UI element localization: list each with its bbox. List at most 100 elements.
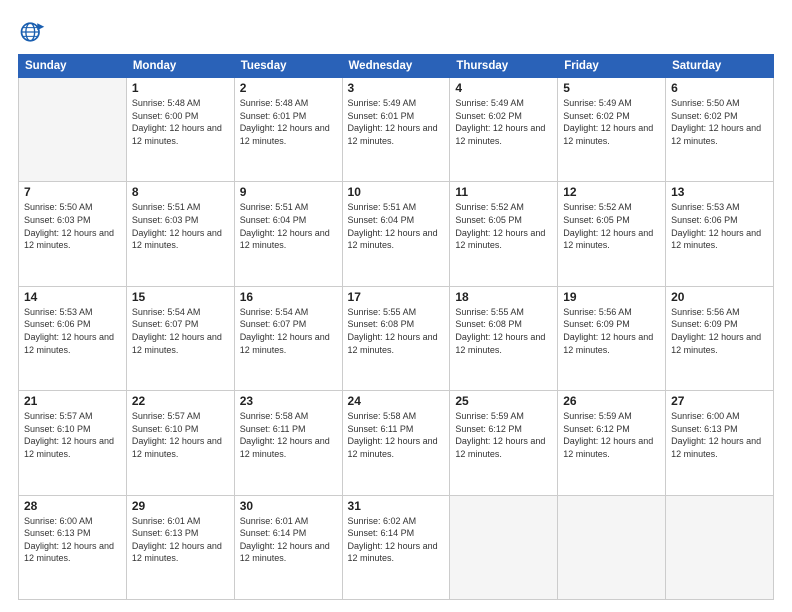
- sunrise-label: Sunrise: 5:59 AM: [455, 411, 524, 421]
- day-info: Sunrise: 5:58 AM Sunset: 6:11 PM Daylight:…: [240, 410, 337, 460]
- day-number: 14: [24, 290, 121, 304]
- sunrise-label: Sunrise: 5:55 AM: [348, 307, 417, 317]
- calendar-cell: 31Sunrise: 6:02 AMSunset: 6:14 PMDayligh…: [342, 495, 450, 599]
- day-number: 13: [671, 185, 768, 199]
- calendar-cell: 28 Sunrise: 6:00 AMSunset: 6:13 PMDayligh…: [19, 495, 127, 599]
- sunset-label: Sunset: 6:05 PM: [455, 215, 522, 225]
- day-number: 23: [240, 394, 337, 408]
- sunrise-label: Sunrise: 5:54 AM: [240, 307, 309, 317]
- day-info: Sunrise: 5:48 AMSunset: 6:01 PMDaylight:…: [240, 97, 337, 147]
- week-row-4: 21Sunrise: 5:57 AMSunset: 6:10 PMDayligh…: [19, 391, 774, 495]
- day-number: 1: [132, 81, 229, 95]
- day-number: 30: [240, 499, 337, 513]
- day-number: 31: [348, 499, 445, 513]
- calendar-cell: 15 Sunrise: 5:54 AMSunset: 6:07 PMDayligh…: [126, 286, 234, 390]
- sunset-label: Sunset: 6:11 PM: [348, 424, 414, 434]
- day-number: 18: [455, 290, 552, 304]
- daylight-label: Daylight: 12 hours and 12 minutes.: [455, 123, 545, 146]
- daylight-label: Daylight: 12 hours and 12 minutes.: [455, 332, 545, 355]
- calendar-cell: 21 Sunrise: 5:57 AMSunset: 6:10 PMDayligh…: [19, 391, 127, 495]
- day-info: Sunrise: 5:49 AMSunset: 6:01 PMDaylight:…: [348, 97, 445, 147]
- daylight-label: Daylight: 12 hours and 12 minutes.: [563, 228, 653, 251]
- daylight-label: Daylight: 12 hours and 12 minutes.: [132, 228, 222, 251]
- day-info: Sunrise: 5:51 AMSunset: 6:03 PMDaylight:…: [132, 201, 229, 251]
- sunrise-label: Sunrise: 5:50 AM: [671, 98, 740, 108]
- daylight-label: Daylight: 12 hours and 12 minutes.: [671, 332, 761, 355]
- day-info: Sunrise: 5:59 AM Sunset: 6:12 PM Daylight:…: [455, 410, 552, 460]
- calendar-cell: 30Sunrise: 6:01 AMSunset: 6:14 PMDayligh…: [234, 495, 342, 599]
- daylight-label: Daylight: 12 hours and 12 minutes.: [24, 332, 114, 355]
- daylight-label: Daylight: 12 hours and 12 minutes.: [348, 332, 438, 355]
- calendar-cell: 13Sunrise: 5:53 AMSunset: 6:06 PMDayligh…: [666, 182, 774, 286]
- sunset-label: Sunset: 6:10 PM: [132, 424, 199, 434]
- day-info: Sunrise: 6:00 AMSunset: 6:13 PMDaylight:…: [24, 515, 121, 565]
- daylight-label: Daylight: 12 hours and 12 minutes.: [563, 436, 653, 459]
- sunset-label: Sunset: 6:11 PM: [240, 424, 306, 434]
- page: SundayMondayTuesdayWednesdayThursdayFrid…: [0, 0, 792, 612]
- calendar-cell: 20Sunrise: 5:56 AMSunset: 6:09 PMDayligh…: [666, 286, 774, 390]
- day-info: Sunrise: 5:51 AMSunset: 6:04 PMDaylight:…: [240, 201, 337, 251]
- day-info: Sunrise: 5:48 AMSunset: 6:00 PMDaylight:…: [132, 97, 229, 147]
- day-info: Sunrise: 6:01 AMSunset: 6:13 PMDaylight:…: [132, 515, 229, 565]
- daylight-label: Daylight: 12 hours and 12 minutes.: [132, 541, 222, 564]
- sunrise-label: Sunrise: 5:53 AM: [671, 202, 740, 212]
- day-info: Sunrise: 5:56 AMSunset: 6:09 PMDaylight:…: [671, 306, 768, 356]
- calendar-cell: 2 Sunrise: 5:48 AMSunset: 6:01 PMDaylight…: [234, 78, 342, 182]
- calendar-cell: [558, 495, 666, 599]
- sunrise-label: Sunrise: 6:01 AM: [240, 516, 309, 526]
- calendar-cell: 1Sunrise: 5:48 AMSunset: 6:00 PMDaylight…: [126, 78, 234, 182]
- calendar-header-wednesday: Wednesday: [342, 55, 450, 78]
- sunrise-label: Sunrise: 5:55 AM: [455, 307, 524, 317]
- calendar-header-thursday: Thursday: [450, 55, 558, 78]
- daylight-label: Daylight: 12 hours and 12 minutes.: [455, 436, 545, 459]
- calendar-header-tuesday: Tuesday: [234, 55, 342, 78]
- day-number: 28: [24, 499, 121, 513]
- sunrise-label: Sunrise: 5:49 AM: [455, 98, 524, 108]
- day-number: 7: [24, 185, 121, 199]
- day-info: Sunrise: 5:54 AMSunset: 6:07 PMDaylight:…: [132, 306, 229, 356]
- day-number: 21: [24, 394, 121, 408]
- calendar-cell: [666, 495, 774, 599]
- sunset-label: Sunset: 6:00 PM: [132, 111, 199, 121]
- sunset-label: Sunset: 6:12 PM: [455, 424, 522, 434]
- calendar-cell: 3Sunrise: 5:49 AMSunset: 6:01 PMDaylight…: [342, 78, 450, 182]
- sunrise-label: Sunrise: 5:58 AM: [240, 411, 309, 421]
- day-number: 17: [348, 290, 445, 304]
- logo-icon: [18, 18, 46, 46]
- sunrise-label: Sunrise: 5:49 AM: [563, 98, 632, 108]
- day-number: 19: [563, 290, 660, 304]
- day-info: Sunrise: 5:57 AMSunset: 6:10 PMDaylight:…: [132, 410, 229, 460]
- calendar-cell: 5Sunrise: 5:49 AMSunset: 6:02 PMDaylight…: [558, 78, 666, 182]
- sunset-label: Sunset: 6:05 PM: [563, 215, 630, 225]
- day-info: Sunrise: 5:50 AMSunset: 6:03 PMDaylight:…: [24, 201, 121, 251]
- day-number: 16: [240, 290, 337, 304]
- daylight-label: Daylight: 12 hours and 12 minutes.: [240, 541, 330, 564]
- sunrise-label: Sunrise: 5:57 AM: [24, 411, 93, 421]
- day-info: Sunrise: 5:53 AMSunset: 6:06 PMDaylight:…: [24, 306, 121, 356]
- sunrise-label: Sunrise: 5:48 AM: [132, 98, 201, 108]
- sunset-label: Sunset: 6:12 PM: [563, 424, 630, 434]
- day-info: Sunrise: 5:55 AM Sunset: 6:08 PM Daylight:…: [455, 306, 552, 356]
- calendar-cell: 7 Sunrise: 5:50 AMSunset: 6:03 PMDaylight…: [19, 182, 127, 286]
- sunrise-label: Sunrise: 5:53 AM: [24, 307, 93, 317]
- day-number: 15: [132, 290, 229, 304]
- daylight-label: Daylight: 12 hours and 12 minutes.: [240, 436, 330, 459]
- calendar-cell: 10Sunrise: 5:51 AMSunset: 6:04 PMDayligh…: [342, 182, 450, 286]
- sunrise-label: Sunrise: 5:57 AM: [132, 411, 201, 421]
- calendar-cell: 29Sunrise: 6:01 AMSunset: 6:13 PMDayligh…: [126, 495, 234, 599]
- sunrise-label: Sunrise: 5:51 AM: [348, 202, 417, 212]
- day-number: 10: [348, 185, 445, 199]
- day-info: Sunrise: 5:49 AMSunset: 6:02 PMDaylight:…: [563, 97, 660, 147]
- day-number: 2: [240, 81, 337, 95]
- sunset-label: Sunset: 6:08 PM: [455, 319, 522, 329]
- sunrise-label: Sunrise: 5:54 AM: [132, 307, 201, 317]
- day-info: Sunrise: 5:56 AMSunset: 6:09 PMDaylight:…: [563, 306, 660, 356]
- week-row-3: 14 Sunrise: 5:53 AMSunset: 6:06 PMDayligh…: [19, 286, 774, 390]
- calendar-cell: 22Sunrise: 5:57 AMSunset: 6:10 PMDayligh…: [126, 391, 234, 495]
- calendar-cell: 23 Sunrise: 5:58 AM Sunset: 6:11 PM Dayligh…: [234, 391, 342, 495]
- calendar-cell: 17Sunrise: 5:55 AMSunset: 6:08 PMDayligh…: [342, 286, 450, 390]
- sunset-label: Sunset: 6:09 PM: [671, 319, 738, 329]
- daylight-label: Daylight: 12 hours and 12 minutes.: [132, 332, 222, 355]
- day-info: Sunrise: 5:57 AMSunset: 6:10 PMDaylight:…: [24, 410, 121, 460]
- daylight-label: Daylight: 12 hours and 12 minutes.: [348, 436, 438, 459]
